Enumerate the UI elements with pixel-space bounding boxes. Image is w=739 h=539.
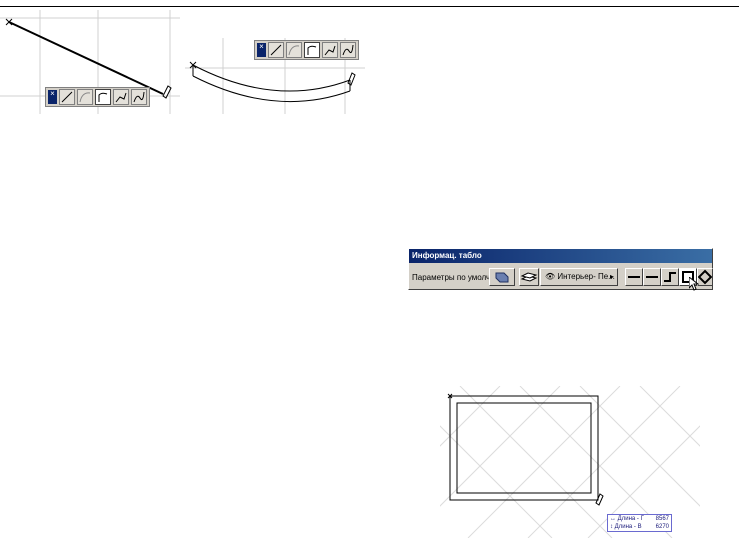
close-icon[interactable]: × <box>48 90 57 104</box>
thick-line-icon <box>646 276 658 278</box>
tangent-arc-icon <box>98 92 108 102</box>
height-row: ↕ Длина - В 6270 <box>608 523 671 531</box>
step-line-icon <box>664 272 676 282</box>
width-label: Длина - Г <box>617 516 644 522</box>
arc-button[interactable] <box>286 42 302 58</box>
spline-button[interactable] <box>340 42 356 58</box>
layers-icon <box>520 272 538 282</box>
arrow-pointer-icon <box>689 277 699 291</box>
horizontal-arrow-icon: ↔ <box>610 516 616 522</box>
arc-button[interactable] <box>77 89 93 105</box>
tangent-arc-icon <box>307 45 317 55</box>
pencil-cursor-icon <box>595 493 604 506</box>
dimension-readout: ↔ Длина - Г 8567 ↕ Длина - В 6270 <box>607 514 672 532</box>
pencil-cursor-icon <box>347 72 356 86</box>
height-label: Длина - В <box>614 524 642 530</box>
layers-button[interactable] <box>519 268 539 286</box>
line-type-thick-button[interactable] <box>643 268 661 286</box>
top-rule <box>0 6 739 7</box>
geometry-toolbar-2: × <box>254 40 359 60</box>
straight-line-button[interactable] <box>59 89 75 105</box>
spline-icon <box>133 91 145 103</box>
height-value: 6270 <box>655 524 669 530</box>
room-inner-wall <box>456 402 592 494</box>
layer-select-value: Интерьер- Пе... <box>557 272 615 281</box>
eye-icon: 👁 <box>545 272 556 281</box>
arc-icon <box>288 45 300 56</box>
room-outer-wall <box>449 395 599 501</box>
layer-select[interactable]: 👁 Интерьер- Пе... ▸ <box>540 268 618 286</box>
polyline-button[interactable] <box>113 89 129 105</box>
straight-line-icon <box>270 44 282 56</box>
rotated-rectangle-button[interactable] <box>697 268 713 286</box>
info-panel-title: Информац. табло <box>409 249 712 263</box>
spline-icon <box>342 44 354 56</box>
width-value: 8567 <box>655 516 669 522</box>
defaults-label: Параметры по умолч. <box>412 273 493 282</box>
spline-button[interactable] <box>131 89 147 105</box>
geometry-toolbar-1: × <box>45 87 150 107</box>
polyline-icon <box>115 92 127 103</box>
info-panel: Информац. табло Параметры по умолч. 👁 Ин… <box>408 248 713 291</box>
drawn-line <box>8 21 164 95</box>
arc-icon <box>79 92 91 103</box>
tangent-arc-button[interactable] <box>304 42 320 58</box>
straight-line-button[interactable] <box>268 42 284 58</box>
wall-tool-button[interactable] <box>489 268 515 286</box>
curved-wall-inner <box>192 75 351 103</box>
straight-line-icon <box>61 91 73 103</box>
rotated-rectangle-icon <box>697 269 713 285</box>
thin-line-icon <box>628 276 640 278</box>
wall-offset-button[interactable] <box>661 268 679 286</box>
vertical-arrow-icon: ↕ <box>610 524 613 530</box>
close-icon[interactable]: × <box>257 43 266 57</box>
polyline-icon <box>324 45 336 56</box>
line-type-thin-button[interactable] <box>625 268 643 286</box>
tangent-arc-button[interactable] <box>95 89 111 105</box>
wall-tool-icon <box>495 272 509 283</box>
width-row: ↔ Длина - Г 8567 <box>608 515 671 523</box>
polyline-button[interactable] <box>322 42 338 58</box>
chevron-right-icon: ▸ <box>609 272 614 281</box>
